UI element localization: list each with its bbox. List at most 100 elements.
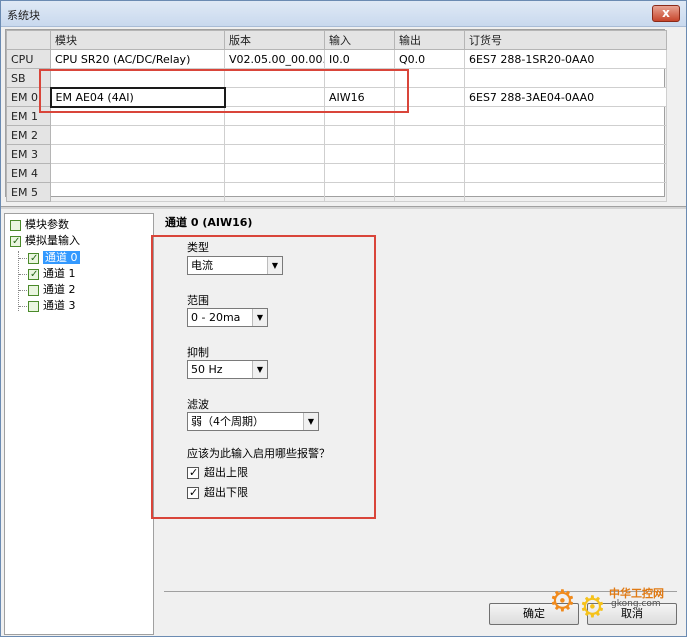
tree-item-label: 模块参数	[25, 218, 69, 231]
tree-checkbox-icon[interactable]	[10, 234, 21, 250]
grid-header-version: 版本	[224, 30, 325, 50]
cell-module[interactable]: CPU SR20 (AC/DC/Relay)	[50, 49, 225, 69]
suppression-label: 抑制	[187, 346, 209, 359]
grid-header-module: 模块	[50, 30, 225, 50]
cell-input	[324, 125, 395, 145]
grid-row-em0[interactable]: EM 0 EM AE04 (4AI) AIW16 6ES7 288-3AE04-…	[6, 86, 667, 108]
cell-output	[394, 68, 465, 88]
grid-row-sb[interactable]: SB	[6, 68, 667, 88]
chevron-down-icon[interactable]: ▼	[267, 257, 282, 274]
cell-input	[324, 68, 395, 88]
tree-checkbox-icon[interactable]	[28, 267, 39, 283]
tree-item-label: 通道 2	[43, 283, 76, 296]
cell-module[interactable]	[50, 68, 225, 88]
alarm-lower-checkbox[interactable]	[187, 485, 199, 501]
tree-checkbox-icon[interactable]	[28, 300, 39, 312]
alarm-upper-checkbox-row[interactable]: 超出上限	[187, 465, 248, 481]
watermark-text: 中华工控网	[609, 587, 664, 600]
tree-item-label: 通道 3	[43, 299, 76, 312]
tree-connector	[19, 274, 27, 275]
cell-module[interactable]	[50, 182, 225, 202]
cell-input	[324, 144, 395, 164]
cell-order-number	[464, 182, 667, 202]
alarm-upper-checkbox[interactable]	[187, 465, 199, 481]
cell-input: AIW16	[324, 87, 395, 107]
row-head: EM 0	[6, 87, 51, 107]
range-label: 范围	[187, 294, 209, 307]
grid-row-em3[interactable]: EM 3	[6, 144, 667, 164]
row-head: EM 4	[6, 163, 51, 183]
cell-module[interactable]	[50, 163, 225, 183]
cell-version	[224, 144, 325, 164]
cell-version	[224, 182, 325, 202]
cell-order-number	[464, 163, 667, 183]
grid-row-em5[interactable]: EM 5	[6, 182, 667, 202]
cell-version	[224, 68, 325, 88]
row-head: EM 3	[6, 144, 51, 164]
tree-item-channel-2[interactable]: 通道 2	[28, 282, 76, 298]
cell-version	[224, 163, 325, 183]
cell-module-selected[interactable]: EM AE04 (4AI)	[49, 86, 226, 108]
tree-checkbox-icon[interactable]	[10, 219, 21, 231]
ok-button[interactable]: 确定	[489, 603, 579, 625]
suppression-select[interactable]: 50 Hz ▼	[187, 360, 268, 379]
row-head: EM 5	[6, 182, 51, 202]
tree-item-label: 通道 0	[43, 251, 80, 264]
grid-row-em2[interactable]: EM 2	[6, 125, 667, 145]
cancel-button[interactable]: 取消	[587, 603, 677, 625]
type-select[interactable]: 电流 ▼	[187, 256, 283, 275]
grid-row-em4[interactable]: EM 4	[6, 163, 667, 183]
cell-version: V02.05.00_00.00...	[224, 49, 325, 69]
tree-item-channel-0[interactable]: 通道 0	[28, 250, 80, 267]
cell-module[interactable]	[50, 106, 225, 126]
grid-header-row: 模块 版本 输入 输出 订货号	[6, 30, 667, 50]
chevron-down-icon[interactable]: ▼	[303, 413, 318, 430]
grid-row-em1[interactable]: EM 1	[6, 106, 667, 126]
cell-order-number	[464, 125, 667, 145]
chevron-down-icon[interactable]: ▼	[252, 361, 267, 378]
chevron-down-icon[interactable]: ▼	[252, 309, 267, 326]
range-select[interactable]: 0 - 20ma ▼	[187, 308, 268, 327]
row-head: CPU	[6, 49, 51, 69]
grid-header-order-number: 订货号	[464, 30, 667, 50]
cell-output	[394, 87, 465, 107]
cell-input	[324, 106, 395, 126]
tree-checkbox-icon[interactable]	[28, 251, 39, 267]
tree-item-label: 模拟量输入	[25, 234, 80, 247]
alarm-question: 应该为此输入启用哪些报警？	[187, 447, 330, 460]
row-head: EM 2	[6, 125, 51, 145]
channel-title: 通道 0 (AIW16)	[165, 216, 253, 229]
tree-item-channel-3[interactable]: 通道 3	[28, 298, 76, 314]
button-separator	[164, 591, 677, 592]
filter-select[interactable]: 弱（4个周期） ▼	[187, 412, 319, 431]
system-block-window: 系统块 x 模块 版本 输入 输出 订货号 CPU CPU SR20 (AC/D…	[0, 0, 687, 637]
cell-output: Q0.0	[394, 49, 465, 69]
close-button[interactable]: x	[652, 5, 680, 22]
filter-label: 滤波	[187, 398, 209, 411]
alarm-upper-label: 超出上限	[204, 466, 248, 479]
tree-connector	[19, 258, 27, 259]
tree-checkbox-icon[interactable]	[28, 284, 39, 296]
cell-order-number	[464, 144, 667, 164]
tree-item-module-params[interactable]: 模块参数	[10, 217, 69, 233]
tree-item-analog-input[interactable]: 模拟量输入	[10, 233, 80, 250]
pane-splitter[interactable]	[1, 206, 686, 209]
alarm-lower-label: 超出下限	[204, 486, 248, 499]
row-head: SB	[6, 68, 51, 88]
cell-version	[224, 106, 325, 126]
cell-module[interactable]	[50, 125, 225, 145]
alarm-lower-checkbox-row[interactable]: 超出下限	[187, 485, 248, 501]
cell-output	[394, 163, 465, 183]
grid-header-input: 输入	[324, 30, 395, 50]
cell-version	[224, 87, 325, 107]
tree-item-channel-1[interactable]: 通道 1	[28, 266, 76, 283]
filter-select-value: 弱（4个周期）	[191, 415, 264, 428]
tree-item-label: 通道 1	[43, 267, 76, 280]
cell-input	[324, 163, 395, 183]
cell-version	[224, 125, 325, 145]
cell-output	[394, 106, 465, 126]
title-bar: 系统块 x	[1, 1, 686, 27]
grid-row-cpu[interactable]: CPU CPU SR20 (AC/DC/Relay) V02.05.00_00.…	[6, 49, 667, 69]
tree-connector	[19, 306, 27, 307]
cell-module[interactable]	[50, 144, 225, 164]
